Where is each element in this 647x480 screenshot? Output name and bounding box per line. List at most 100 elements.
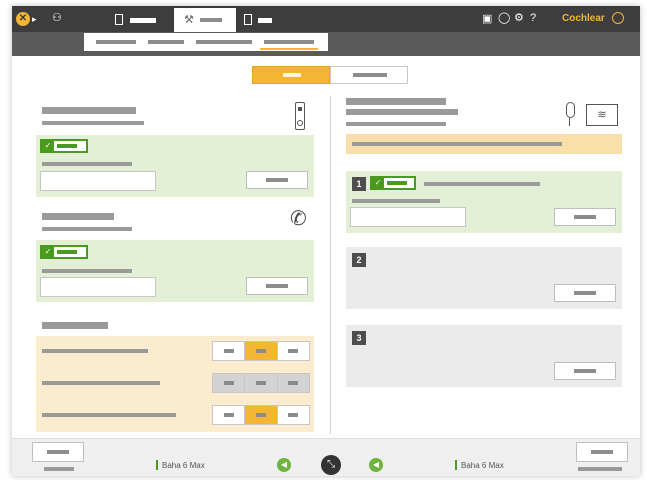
card-1-field-label [42, 162, 132, 166]
right-volume-icon[interactable]: ◀ [369, 458, 383, 472]
tab-right-device[interactable] [240, 8, 300, 32]
mode-toggle-left-label [283, 73, 301, 77]
mode-toggle-right[interactable] [330, 66, 408, 84]
option-mid[interactable] [245, 342, 278, 360]
option-high[interactable] [277, 342, 309, 360]
slot-number-3: 3 [352, 331, 366, 345]
tab-left-label [130, 18, 156, 23]
left-section-subtitle [42, 121, 144, 125]
brand-swirl-icon [612, 12, 624, 24]
bottom-left-caption [44, 467, 74, 471]
app-window: ✕ ▸ ⚇ ⚒ ▣ ◯ ⚙ ? Cochlear ✓ ✆ ✓ ≋ 1 ✓ 2 3… [12, 6, 640, 476]
subnav-item-3[interactable] [196, 40, 252, 44]
option-high-3[interactable] [277, 406, 309, 424]
slot-number-1: 1 [352, 177, 366, 191]
wrench-icon: ⚒ [184, 14, 194, 26]
slot-1-button[interactable] [554, 208, 616, 226]
left-settings-title [42, 322, 108, 329]
setting-row-2-label [42, 381, 160, 385]
help-icon[interactable]: ? [530, 12, 536, 24]
tab-left-device[interactable] [110, 8, 170, 32]
right-info-banner [346, 134, 622, 154]
bottom-bar: Baha 6 Max ◀ ⤡ ◀ Baha 6 Max [12, 438, 640, 476]
left-phone-title [42, 213, 114, 220]
mode-toggle-left[interactable] [252, 66, 330, 84]
info-banner-text [352, 142, 562, 146]
card-2-input[interactable] [40, 277, 156, 297]
left-device-indicator [156, 460, 158, 470]
link-toggle-icon[interactable]: ⤡ [321, 455, 341, 475]
right-device-indicator [455, 460, 457, 470]
brand-logo: Cochlear [562, 13, 605, 24]
card-1-button[interactable] [246, 171, 308, 189]
check-icon-3: ✓ [372, 178, 384, 188]
sub-nav-bar [12, 32, 640, 56]
right-slot-2: 2 [346, 247, 622, 309]
right-device-name: Baha 6 Max [461, 461, 504, 470]
subnav-item-1[interactable] [96, 40, 136, 44]
card-1-input[interactable] [40, 171, 156, 191]
option-low[interactable] [213, 342, 246, 360]
slot-2-button[interactable] [554, 284, 616, 302]
right-slot-3: 3 [346, 325, 622, 387]
microphone-stand [569, 118, 570, 126]
slot-1-input[interactable] [350, 207, 466, 227]
check-icon-2: ✓ [42, 247, 54, 257]
left-pairing-card-1: ✓ [36, 135, 314, 197]
card-2-button[interactable] [246, 277, 308, 295]
tab-right-label [258, 18, 272, 23]
chevron-right-icon: ▸ [32, 14, 37, 24]
setting-row-1-label [42, 349, 148, 353]
setting-row-1-selector[interactable] [212, 341, 310, 361]
bottom-right-caption [578, 467, 622, 471]
option-high-disabled [277, 374, 309, 392]
device-tab-right-icon [244, 14, 252, 25]
status-badge-slot-1: ✓ [370, 176, 416, 190]
left-section-title [42, 107, 136, 114]
slot-1-field-label [352, 199, 440, 203]
setting-row-2-selector [212, 373, 310, 393]
right-section-subtitle [346, 122, 446, 126]
subnav-item-4[interactable] [264, 40, 314, 44]
subnav-item-2[interactable] [148, 40, 184, 44]
left-device-name: Baha 6 Max [162, 461, 205, 470]
top-bar: ✕ ▸ ⚇ ⚒ ▣ ◯ ⚙ ? Cochlear [12, 6, 640, 32]
card-2-field-label [42, 269, 132, 273]
bottom-right-button[interactable] [576, 442, 628, 462]
slot-number-2: 2 [352, 253, 366, 267]
slot-3-button[interactable] [554, 362, 616, 380]
left-volume-icon[interactable]: ◀ [277, 458, 291, 472]
setting-row-3-label [42, 413, 176, 417]
right-slot-1: 1 ✓ [346, 171, 622, 233]
check-icon: ✓ [42, 141, 54, 151]
remote-icon [295, 102, 305, 130]
right-section-title [346, 98, 446, 105]
microphone-icon [566, 102, 575, 118]
bottom-left-button[interactable] [32, 442, 84, 462]
user-icon[interactable]: ⚇ [52, 12, 62, 24]
wireless-tv-icon: ≋ [586, 104, 618, 126]
subnav-active-underline [260, 48, 318, 50]
option-mid-3[interactable] [245, 406, 278, 424]
left-phone-subtitle [42, 227, 132, 231]
slot-1-name [424, 182, 540, 186]
panel-divider [330, 96, 331, 434]
status-badge-connected-2: ✓ [40, 245, 88, 259]
option-low-3[interactable] [213, 406, 246, 424]
status-badge-connected: ✓ [40, 139, 88, 153]
logo-icon[interactable]: ✕ [16, 12, 30, 26]
device-tab-icon [115, 14, 123, 25]
setting-row-3-selector[interactable] [212, 405, 310, 425]
left-pairing-card-2: ✓ [36, 240, 314, 302]
option-low-disabled [213, 374, 246, 392]
gear-icon[interactable]: ⚙ [514, 12, 524, 24]
sd-card-icon[interactable]: ▣ [482, 13, 492, 25]
right-section-title-line-2 [346, 109, 458, 115]
sub-nav [84, 33, 328, 51]
option-mid-disabled [245, 374, 278, 392]
left-settings-panel [36, 336, 314, 432]
chat-icon[interactable]: ◯ [498, 12, 510, 24]
tab-tools-label [200, 18, 222, 22]
phone-icon: ✆ [290, 208, 307, 230]
tab-tools[interactable]: ⚒ [174, 8, 236, 32]
